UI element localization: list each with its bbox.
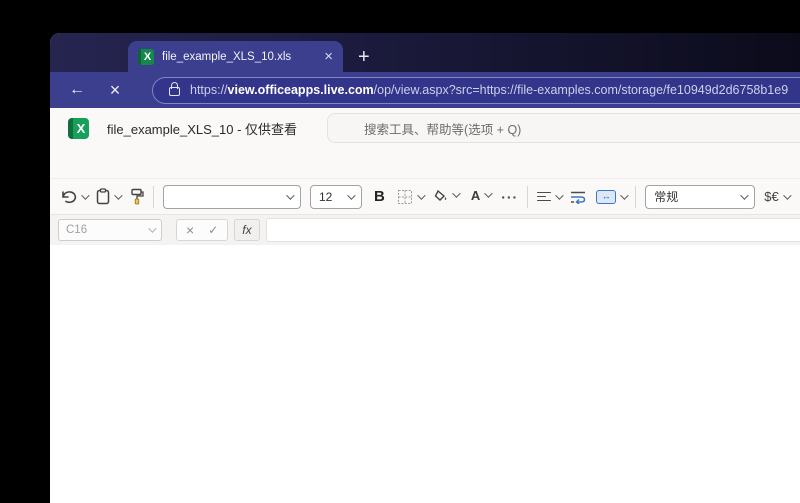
cancel-icon[interactable]: × — [186, 222, 194, 238]
spreadsheet-grid — [50, 245, 800, 503]
font-color-button[interactable]: A — [469, 187, 493, 206]
formula-action-group: × ✓ — [176, 219, 229, 241]
fill-color-button[interactable] — [432, 189, 461, 204]
browser-toolbar: ← × https://view.officeapps.live.com/op/… — [50, 72, 800, 108]
toolbar-divider — [635, 185, 637, 208]
chevron-down-icon — [148, 224, 157, 233]
font-name-select[interactable] — [163, 184, 301, 209]
paste-button[interactable] — [96, 188, 123, 205]
address-bar[interactable]: https://view.officeapps.live.com/op/view… — [152, 76, 800, 104]
enter-icon[interactable]: ✓ — [208, 223, 218, 237]
chevron-down-icon[interactable] — [620, 190, 629, 200]
chevron-down-icon[interactable] — [81, 190, 90, 200]
ribbon-tabs — [50, 148, 800, 178]
minimize-window-button[interactable] — [87, 46, 99, 58]
undo-button[interactable] — [60, 189, 90, 204]
excel-app-icon: X — [68, 117, 89, 139]
insert-function-button[interactable]: fx — [234, 219, 260, 241]
stop-icon[interactable]: × — [100, 80, 130, 101]
alignment-button[interactable] — [537, 190, 564, 202]
chevron-down-icon[interactable] — [452, 189, 461, 198]
chevron-down-icon[interactable] — [417, 190, 426, 200]
document-title: file_example_XLS_10 - 仅供查看 — [107, 121, 298, 137]
chevron-down-icon — [347, 190, 356, 200]
merge-cells-icon: ↔ — [596, 189, 617, 204]
formula-bar: C16 × ✓ fx — [50, 215, 800, 245]
toolbar-divider — [527, 185, 529, 208]
new-tab-button[interactable]: + — [358, 47, 370, 67]
window-traffic-lights — [67, 46, 119, 58]
chevron-down-icon[interactable] — [555, 190, 564, 200]
close-window-button[interactable] — [67, 46, 79, 58]
chevron-down-icon — [286, 190, 295, 200]
wrap-text-icon — [571, 191, 586, 204]
active-cell-reference: C16 — [66, 224, 88, 236]
close-tab-icon[interactable]: × — [324, 49, 333, 64]
number-format-value: 常规 — [654, 190, 679, 204]
zoom-window-button[interactable] — [107, 46, 119, 58]
borders-button[interactable] — [397, 189, 426, 205]
borders-icon — [397, 189, 412, 204]
font-color-letter: A — [470, 187, 481, 203]
font-size-select[interactable]: 12 — [310, 184, 362, 209]
excel-file-icon: X — [138, 48, 154, 65]
bold-button[interactable]: B — [371, 188, 388, 205]
wrap-text-button[interactable] — [570, 190, 587, 204]
search-placeholder: 搜索工具、帮助等(选项 + Q) — [364, 122, 522, 137]
back-icon[interactable]: ← — [62, 81, 92, 99]
chevron-down-icon[interactable] — [114, 190, 123, 200]
toolbar-divider — [153, 185, 154, 208]
format-painter-button[interactable] — [129, 188, 144, 205]
lock-icon — [169, 82, 180, 96]
font-size-value: 12 — [319, 189, 333, 204]
align-icon — [537, 191, 552, 202]
chevron-down-icon — [740, 190, 749, 200]
ribbon-toolbar: 12 B A ··· ↔ 常规 $€ — [50, 178, 800, 215]
name-box[interactable]: C16 — [58, 219, 162, 241]
undo-icon — [62, 191, 77, 204]
browser-tab[interactable]: X file_example_XLS_10.xls × — [128, 41, 343, 72]
merge-cells-button[interactable]: ↔ — [596, 189, 629, 204]
tab-title: file_example_XLS_10.xls — [162, 50, 292, 63]
font-color-swatch — [469, 202, 492, 206]
fill-color-swatch — [432, 200, 460, 204]
more-formatting-button[interactable]: ··· — [501, 189, 518, 205]
chevron-down-icon[interactable] — [782, 190, 792, 200]
url-text: https://view.officeapps.live.com/op/view… — [190, 83, 789, 97]
currency-label: $€ — [764, 189, 779, 204]
number-format-select[interactable]: 常规 — [645, 184, 756, 209]
browser-tab-strip: X file_example_XLS_10.xls × + — [50, 33, 800, 72]
format-painter-icon — [131, 188, 144, 205]
browser-window: X file_example_XLS_10.xls × + ← × https:… — [50, 33, 800, 503]
formula-input[interactable] — [265, 218, 800, 242]
excel-title-bar: X file_example_XLS_10 - 仅供查看 搜索工具、帮助等(选项… — [50, 108, 800, 148]
search-input[interactable]: 搜索工具、帮助等(选项 + Q) — [327, 113, 800, 143]
clipboard-icon — [96, 188, 110, 205]
fill-bucket-icon — [434, 189, 447, 201]
currency-format-button[interactable]: $€ — [764, 189, 792, 204]
chevron-down-icon[interactable] — [484, 189, 493, 198]
